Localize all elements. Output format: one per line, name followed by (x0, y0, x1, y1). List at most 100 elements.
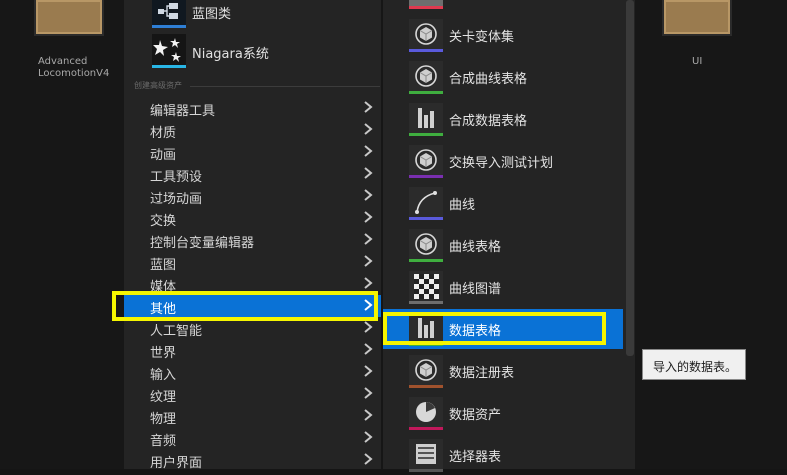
chevron-right-icon (364, 211, 373, 223)
submenu-item[interactable]: 选择器表 (383, 435, 623, 475)
sphere-asset-icon (409, 229, 443, 259)
submenu-item[interactable]: 数据表格 (383, 309, 623, 349)
category-item[interactable]: 工具预设 (124, 163, 381, 185)
category-item[interactable]: 输入 (124, 361, 381, 383)
category-label: 工具预设 (150, 170, 203, 185)
chevron-right-icon (364, 189, 373, 201)
submenu-item-label: 数据表格 (449, 324, 502, 339)
section-header: 创建高级资产 (134, 80, 380, 94)
category-item[interactable]: 交换 (124, 207, 381, 229)
category-label: 人工智能 (150, 324, 203, 339)
submenu-item[interactable]: 数据注册表 (383, 351, 623, 391)
category-label: 物理 (150, 412, 177, 427)
asset-type-color-bar (409, 343, 443, 346)
chevron-right-icon (364, 277, 373, 289)
asset-type-color-bar (409, 49, 443, 52)
menu-item-blueprint-class[interactable]: 蓝图类 (152, 0, 382, 30)
submenu-item-partial[interactable] (383, 0, 623, 12)
asset-name: UI (692, 56, 703, 67)
chevron-right-icon (364, 255, 373, 267)
category-item[interactable]: 音频 (124, 427, 381, 449)
submenu-item[interactable]: 合成数据表格 (383, 99, 623, 139)
category-item[interactable]: 其他 (124, 295, 381, 317)
submenu-item-label: 交换导入测试计划 (449, 156, 554, 171)
chevron-right-icon (364, 321, 373, 333)
asset-tile-ui[interactable]: UI (662, 0, 732, 70)
category-item[interactable]: 材质 (124, 119, 381, 141)
chevron-right-icon (364, 365, 373, 377)
category-item[interactable]: 动画 (124, 141, 381, 163)
category-label: 蓝图 (150, 258, 177, 273)
category-item[interactable]: 媒体 (124, 273, 381, 295)
asset-type-color-bar (409, 175, 443, 178)
submenu-item-label: 关卡变体集 (449, 30, 515, 45)
asset-type-color-bar (409, 259, 443, 262)
category-item[interactable]: 用户界面 (124, 449, 381, 471)
chevron-right-icon (364, 167, 373, 179)
menu-item-label: 蓝图类 (192, 7, 232, 22)
category-label: 输入 (150, 368, 177, 383)
category-item[interactable]: 物理 (124, 405, 381, 427)
submenu-item[interactable]: 曲线 (383, 183, 623, 223)
selector-table-icon (409, 439, 443, 469)
submenu-scrollbar[interactable] (626, 0, 634, 356)
chevron-right-icon (364, 431, 373, 443)
submenu-item-label: 曲线图谱 (449, 282, 502, 297)
asset-type-color-bar (409, 301, 443, 304)
asset-type-color-bar (409, 427, 443, 430)
submenu-item[interactable]: 曲线图谱 (383, 267, 623, 307)
submenu-item-label: 合成数据表格 (449, 114, 528, 129)
asset-type-color-bar (409, 385, 443, 388)
asset-tile-advanced-locomotion[interactable]: Advanced LocomotionV4 (34, 0, 109, 82)
category-item[interactable]: 人工智能 (124, 317, 381, 339)
submenu-item-label: 选择器表 (449, 450, 502, 465)
asset-type-color-bar (409, 91, 443, 94)
category-item[interactable]: 世界 (124, 339, 381, 361)
menu-item-niagara-system[interactable]: Niagara系统 (152, 34, 382, 70)
category-item[interactable]: 控制台变量编辑器 (124, 229, 381, 251)
other-submenu: 关卡变体集合成曲线表格 合成数据表格交换导入测试计划曲线曲线表格曲线图谱数据表格数… (383, 0, 635, 472)
checker-icon (409, 271, 443, 301)
category-item[interactable]: 过场动画 (124, 185, 381, 207)
chevron-right-icon (364, 453, 373, 465)
submenu-item-label: 数据注册表 (449, 366, 515, 381)
category-label: 材质 (150, 126, 177, 141)
sphere-asset-icon (409, 19, 443, 49)
chevron-right-icon (364, 123, 373, 135)
curve-icon (409, 187, 443, 217)
section-divider (190, 86, 380, 87)
blueprint-class-icon (152, 0, 186, 28)
category-label: 媒体 (150, 280, 177, 295)
category-item[interactable]: 编辑器工具 (124, 97, 381, 119)
submenu-item-label: 合成曲线表格 (449, 72, 528, 87)
create-asset-menu: 蓝图类 Niagara系统 创建高级资产 编辑器工具材质动画工具预设过场动画交换… (124, 0, 382, 471)
chevron-right-icon (364, 145, 373, 157)
bar-chart-icon (409, 103, 443, 133)
category-label: 过场动画 (150, 192, 203, 207)
category-label: 控制台变量编辑器 (150, 236, 255, 251)
chevron-right-icon (364, 343, 373, 355)
category-label: 世界 (150, 346, 177, 361)
submenu-item[interactable]: 曲线表格 (383, 225, 623, 265)
chevron-right-icon (364, 101, 373, 113)
category-label: 交换 (150, 214, 177, 229)
submenu-item[interactable]: 交换导入测试计划 (383, 141, 623, 181)
sphere-asset-icon (409, 355, 443, 385)
category-item[interactable]: 蓝图 (124, 251, 381, 273)
submenu-item[interactable]: 合成曲线表格 (383, 57, 623, 97)
menu-item-label: Niagara系统 (192, 47, 269, 62)
asset-thumbnail (662, 0, 732, 36)
category-label: 动画 (150, 148, 177, 163)
tooltip: 导入的数据表。 (642, 349, 746, 380)
asset-type-color-bar (409, 469, 443, 472)
asset-thumbnail (34, 0, 104, 36)
pie-icon (409, 397, 443, 427)
category-item[interactable]: 纹理 (124, 383, 381, 405)
bar-chart-icon (409, 313, 443, 343)
submenu-item-label: 曲线表格 (449, 240, 502, 255)
category-label: 其他 (150, 302, 177, 317)
submenu-item[interactable]: 数据资产 (383, 393, 623, 433)
category-label: 音频 (150, 434, 177, 449)
category-label: 编辑器工具 (150, 104, 216, 119)
submenu-item[interactable]: 关卡变体集 (383, 15, 623, 55)
